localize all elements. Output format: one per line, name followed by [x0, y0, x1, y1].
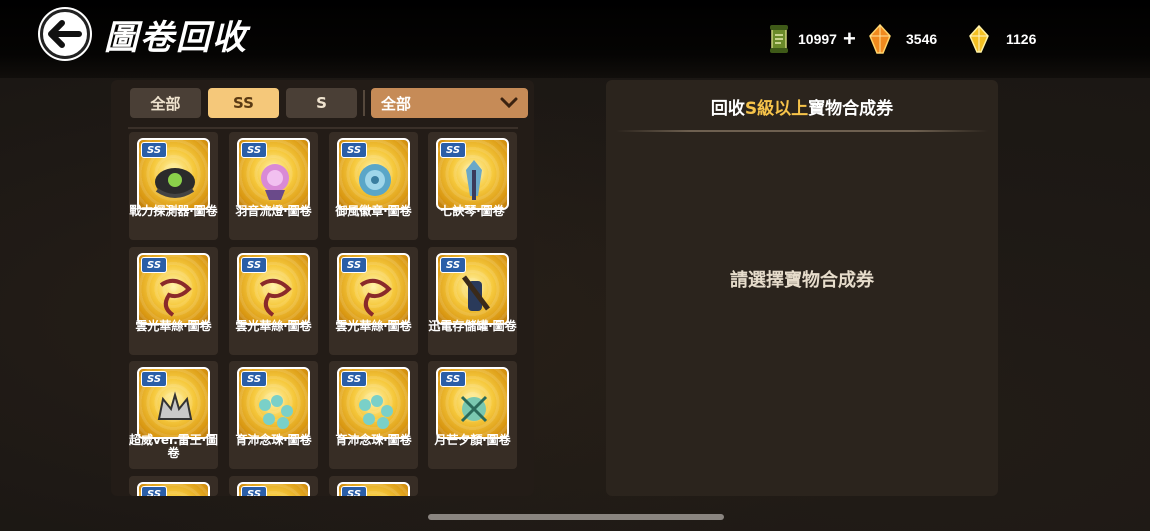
item-thumbnail: SS — [237, 367, 310, 439]
rarity-badge: SS — [241, 257, 267, 273]
category-dropdown[interactable]: 全部 — [371, 88, 528, 118]
rarity-badge: SS — [141, 142, 167, 158]
title-highlight: S級以上 — [744, 99, 809, 119]
item-thumbnail: SS — [337, 138, 410, 210]
item-card[interactable]: SS 迅電存儲罐‧圖卷 — [428, 247, 517, 355]
rarity-badge: SS — [440, 257, 466, 273]
title-suffix: 寶物合成券 — [808, 99, 894, 119]
grid-divider — [128, 127, 518, 129]
rarity-badge: SS — [141, 257, 167, 273]
rarity-badge: SS — [341, 257, 367, 273]
chevron-down-icon — [500, 97, 518, 109]
item-thumbnail: SS — [436, 138, 509, 210]
item-name: 超威ver.雷王‧圖卷 — [129, 433, 218, 460]
item-thumbnail: SS — [337, 482, 410, 496]
item-thumbnail: SS — [337, 253, 410, 325]
item-thumbnail: SS — [436, 253, 509, 325]
rarity-badge: SS — [440, 142, 466, 158]
item-card[interactable]: SS 雲光華絲‧圖卷 — [129, 247, 218, 355]
item-thumbnail: SS — [436, 367, 509, 439]
rarity-badge: SS — [141, 486, 167, 496]
item-card[interactable]: SS 月芒夕顏‧圖卷 — [428, 361, 517, 469]
currency-scroll[interactable]: 10997 + — [768, 24, 856, 54]
back-arrow-icon — [48, 20, 82, 48]
item-name: 迅電存儲罐‧圖卷 — [428, 319, 517, 333]
item-thumbnail: SS — [237, 253, 310, 325]
item-card[interactable]: SS 育沛念珠‧圖卷 — [329, 361, 418, 469]
orange-crystal-icon — [869, 24, 891, 54]
title-prefix: 回收 — [710, 99, 745, 119]
item-card[interactable]: SS 超威ver.雷王‧圖卷 — [129, 361, 218, 469]
item-name: 雲光華絲‧圖卷 — [335, 319, 412, 333]
tab-s[interactable]: S — [286, 88, 357, 118]
item-thumbnail: SS — [137, 367, 210, 439]
page-title: 圖卷回收 — [104, 18, 248, 58]
tab-ss[interactable]: SS — [208, 88, 279, 118]
item-card[interactable]: SS 御風徽章‧圖卷 — [329, 132, 418, 240]
tab-all[interactable]: 全部 — [130, 88, 201, 118]
recycle-panel: 回收S級以上寶物合成券 請選擇寶物合成券 — [606, 80, 998, 496]
item-card[interactable]: SS 雲光華絲‧圖卷 — [229, 247, 318, 355]
item-name: 戰力探測器‧圖卷 — [129, 204, 218, 218]
currency-gold-value: 1126 — [1006, 31, 1037, 47]
item-card[interactable]: SS — [129, 476, 218, 496]
select-hint: 請選擇寶物合成券 — [730, 270, 874, 291]
rarity-badge: SS — [341, 371, 367, 387]
item-card[interactable]: SS 育沛念珠‧圖卷 — [229, 361, 318, 469]
gold-crystal-icon — [969, 25, 989, 53]
item-name: 七訣琴‧圖卷 — [440, 204, 505, 218]
item-thumbnail: SS — [237, 482, 310, 496]
tab-divider — [363, 90, 365, 116]
item-thumbnail: SS — [237, 138, 310, 210]
item-card[interactable]: SS — [329, 476, 418, 496]
item-name: 育沛念珠‧圖卷 — [235, 433, 312, 447]
currency-orange-value: 3546 — [906, 31, 938, 47]
rarity-badge: SS — [241, 486, 267, 496]
add-currency-button[interactable]: + — [843, 26, 856, 52]
panel-divider — [616, 130, 988, 132]
item-thumbnail: SS — [137, 138, 210, 210]
item-card[interactable]: SS 羽音流燈‧圖卷 — [229, 132, 318, 240]
item-name: 雲光華絲‧圖卷 — [235, 319, 312, 333]
item-card[interactable]: SS — [229, 476, 318, 496]
item-card[interactable]: SS 七訣琴‧圖卷 — [428, 132, 517, 240]
currency-gold-crystal: 1126 — [968, 24, 1036, 54]
currency-orange-crystal: 3546 — [868, 24, 937, 54]
top-bar: 圖卷回收 10997 + 3546 1126 — [0, 0, 1150, 78]
back-button[interactable] — [40, 9, 90, 59]
currency-scroll-value: 10997 — [798, 31, 837, 47]
home-indicator[interactable] — [428, 514, 724, 520]
rarity-badge: SS — [341, 142, 367, 158]
green-scroll-icon — [770, 25, 788, 53]
rarity-badge: SS — [141, 371, 167, 387]
rarity-badge: SS — [440, 371, 466, 387]
dropdown-value: 全部 — [381, 94, 412, 113]
rarity-badge: SS — [341, 486, 367, 496]
item-name: 雲光華絲‧圖卷 — [135, 319, 212, 333]
item-name: 月芒夕顏‧圖卷 — [434, 433, 511, 447]
item-card[interactable]: SS 戰力探測器‧圖卷 — [129, 132, 218, 240]
recycle-panel-title: 回收S級以上寶物合成券 — [606, 94, 998, 119]
item-thumbnail: SS — [137, 482, 210, 496]
item-name: 育沛念珠‧圖卷 — [335, 433, 412, 447]
rarity-badge: SS — [241, 142, 267, 158]
item-name: 御風徽章‧圖卷 — [335, 204, 412, 218]
item-thumbnail: SS — [137, 253, 210, 325]
rarity-badge: SS — [241, 371, 267, 387]
item-name: 羽音流燈‧圖卷 — [235, 204, 312, 218]
item-thumbnail: SS — [337, 367, 410, 439]
item-card[interactable]: SS 雲光華絲‧圖卷 — [329, 247, 418, 355]
